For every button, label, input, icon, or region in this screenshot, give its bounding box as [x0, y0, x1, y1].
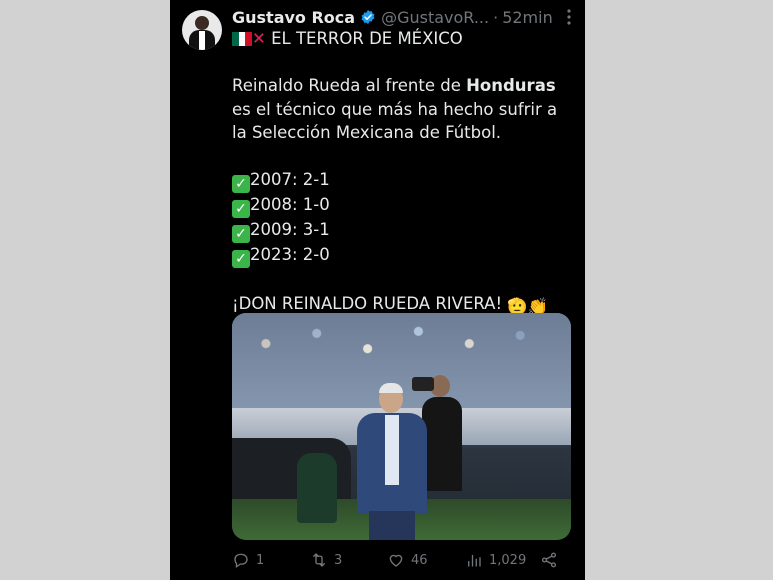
like-count: 46: [411, 552, 428, 568]
author-handle[interactable]: @GustavoR...: [381, 8, 489, 27]
result-line: ✓ 2007: 2-1: [232, 168, 572, 193]
avatar[interactable]: [182, 10, 222, 50]
share-button[interactable]: [540, 551, 558, 569]
tweet-headline: EL TERROR DE MÉXICO: [271, 29, 463, 48]
result-line: ✓ 2009: 3-1: [232, 218, 572, 243]
reply-count: 1: [256, 552, 265, 568]
tweet-card[interactable]: Gustavo Roca @GustavoR... · 52min ✕ EL T…: [170, 0, 585, 580]
honduras-bold: Honduras: [466, 76, 556, 95]
check-mark-icon: ✓: [232, 200, 250, 218]
retweet-button[interactable]: 3: [310, 551, 342, 569]
views-chart-icon: [468, 554, 481, 567]
check-mark-icon: ✓: [232, 175, 250, 193]
tweet-text: ✕ EL TERROR DE MÉXICO Reinaldo Rueda al …: [232, 27, 572, 318]
mexico-flag-icon: [232, 29, 252, 46]
check-mark-icon: ✓: [232, 250, 250, 268]
reply-button[interactable]: 1: [232, 551, 264, 569]
views-count: 1,029: [489, 552, 527, 568]
more-vertical-icon[interactable]: [567, 9, 571, 28]
result-line: ✓ 2008: 1-0: [232, 193, 572, 218]
author-name[interactable]: Gustavo Roca: [232, 8, 355, 27]
retweet-count: 3: [334, 552, 343, 568]
like-button[interactable]: 46: [387, 551, 428, 569]
verified-badge-icon: [361, 10, 375, 24]
result-line: ✓ 2023: 2-0: [232, 243, 572, 268]
cross-mark-icon: ✕: [252, 29, 266, 48]
tweet-actions: 1 3 46 1,029: [232, 548, 562, 572]
separator-dot: ·: [493, 7, 499, 27]
timestamp[interactable]: 52min: [502, 8, 553, 27]
tweet-closing: ¡DON REINALDO RUEDA RIVERA!: [232, 293, 503, 313]
heart-icon: [389, 554, 403, 567]
tweet-headline-line: ✕ EL TERROR DE MÉXICO: [232, 27, 572, 51]
left-margin: [0, 0, 170, 580]
tweet-intro: Reinaldo Rueda al frente de Honduras es …: [232, 76, 558, 142]
reply-icon: [234, 553, 248, 569]
check-mark-icon: ✓: [232, 225, 250, 243]
tweet-photo[interactable]: [232, 313, 571, 540]
right-margin: [585, 0, 773, 580]
retweet-icon: [313, 553, 325, 567]
share-icon: [541, 552, 557, 568]
views-button[interactable]: 1,029: [465, 551, 526, 569]
tweet-header: Gustavo Roca @GustavoR... · 52min: [232, 6, 577, 28]
